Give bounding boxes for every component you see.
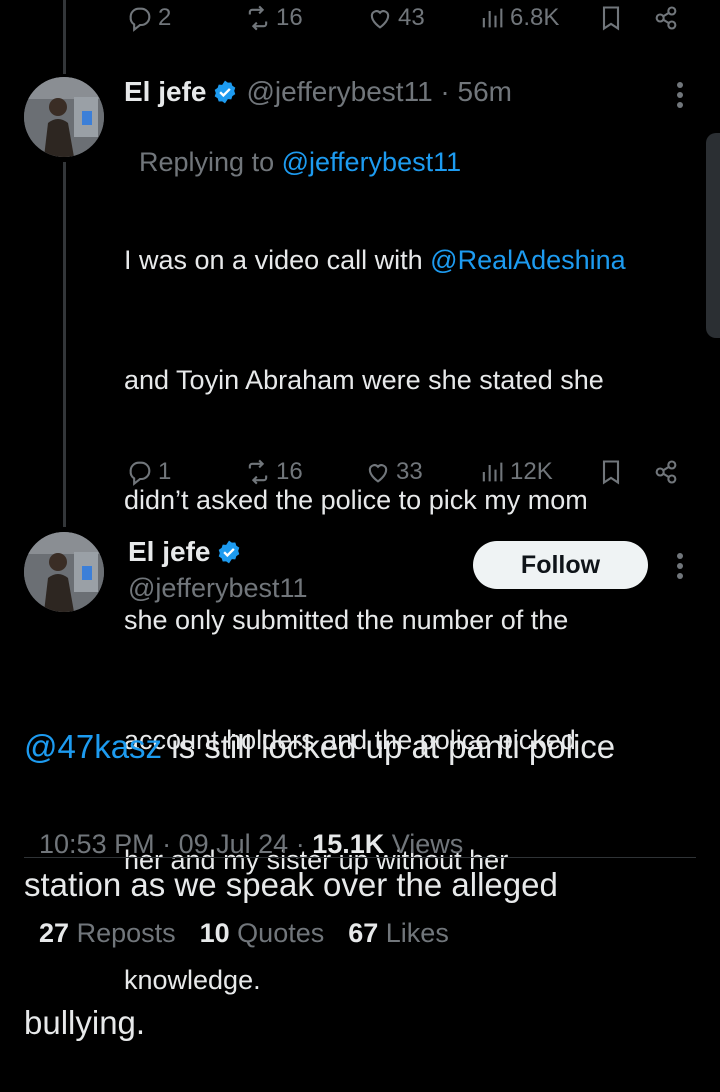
reply-text-line: didn’t asked the police to pick my mom (124, 485, 588, 515)
reply-separator: · (432, 76, 458, 107)
follow-button[interactable]: Follow (473, 541, 648, 589)
main-text-line: bullying. (24, 1004, 146, 1041)
views-icon (482, 462, 503, 482)
views-icon (482, 8, 503, 28)
main-tweet-text: @47kasz is still locked up at panti poli… (24, 632, 615, 1092)
main-text-line: @47kasz is still locked up at panti poli… (24, 728, 616, 765)
main-avatar[interactable] (24, 532, 104, 612)
top-reply-action[interactable]: 2 (126, 4, 171, 32)
reply-text-line: and Toyin Abraham were she stated she (124, 365, 604, 395)
reply-author-name[interactable]: El jefe (124, 76, 206, 108)
repost-action[interactable]: 16 (244, 458, 303, 486)
repost-icon (248, 459, 268, 485)
mention-link[interactable]: @47kasz (24, 728, 162, 765)
reply-header: El jefe @jefferybest11 · 56m (124, 74, 512, 110)
engagement-stats: 27 Reposts 10 Quotes 67 Likes (24, 887, 449, 949)
reply-text-line: I was on a video call with @RealAdeshina (124, 245, 626, 275)
reply-time[interactable]: 56m (458, 76, 512, 108)
reply-icon (129, 461, 151, 486)
repost-count: 16 (276, 458, 303, 485)
main-author-name[interactable]: El jefe (128, 536, 210, 568)
top-repost-action[interactable]: 16 (244, 4, 303, 32)
reply-handle[interactable]: @jefferybest11 (246, 76, 432, 108)
thread-line-top (63, 0, 66, 74)
top-views-count: 6.8K (510, 4, 560, 31)
reply-action[interactable]: 1 (126, 458, 171, 486)
tweet-views-count: 15.1K (312, 829, 385, 859)
views-count: 12K (510, 458, 553, 485)
top-bookmark-icon[interactable] (597, 4, 625, 37)
like-icon (370, 10, 390, 29)
tweet-time[interactable]: 10:53 PM (39, 829, 155, 859)
like-count: 33 (396, 458, 423, 485)
tweet-timestamp-row: 10:53 PM · 09 Jul 24 · 15.1K Views (39, 829, 464, 859)
share-icon[interactable] (652, 458, 680, 491)
views-action[interactable]: 12K (478, 458, 553, 486)
top-repost-count: 16 (276, 4, 303, 31)
top-share-icon[interactable] (652, 4, 680, 37)
tweet-date[interactable]: 09 Jul 24 (179, 829, 289, 859)
like-action[interactable]: 33 (364, 458, 423, 486)
reply-count: 1 (158, 458, 172, 485)
main-name-row: El jefe (128, 534, 242, 570)
reply-more-icon[interactable] (675, 78, 685, 112)
main-handle[interactable]: @jefferybest11 (128, 573, 308, 604)
reply-icon (129, 7, 151, 32)
divider (24, 857, 696, 858)
top-reply-count: 2 (158, 4, 172, 31)
repost-icon (248, 5, 268, 31)
scrollbar-thumb[interactable] (706, 133, 720, 338)
like-icon (368, 464, 388, 483)
verified-badge-icon (219, 540, 240, 564)
reply-avatar[interactable] (24, 77, 104, 157)
top-views-action[interactable]: 6.8K (478, 4, 559, 32)
mention-link[interactable]: @RealAdeshina (430, 245, 626, 275)
tweet-views-label: Views (384, 829, 464, 859)
verified-badge-icon (215, 80, 236, 104)
top-like-action[interactable]: 43 (366, 4, 425, 32)
bookmark-icon[interactable] (597, 458, 625, 491)
top-like-count: 43 (398, 4, 425, 31)
main-more-icon[interactable] (675, 549, 685, 583)
thread-line-middle (63, 162, 66, 527)
